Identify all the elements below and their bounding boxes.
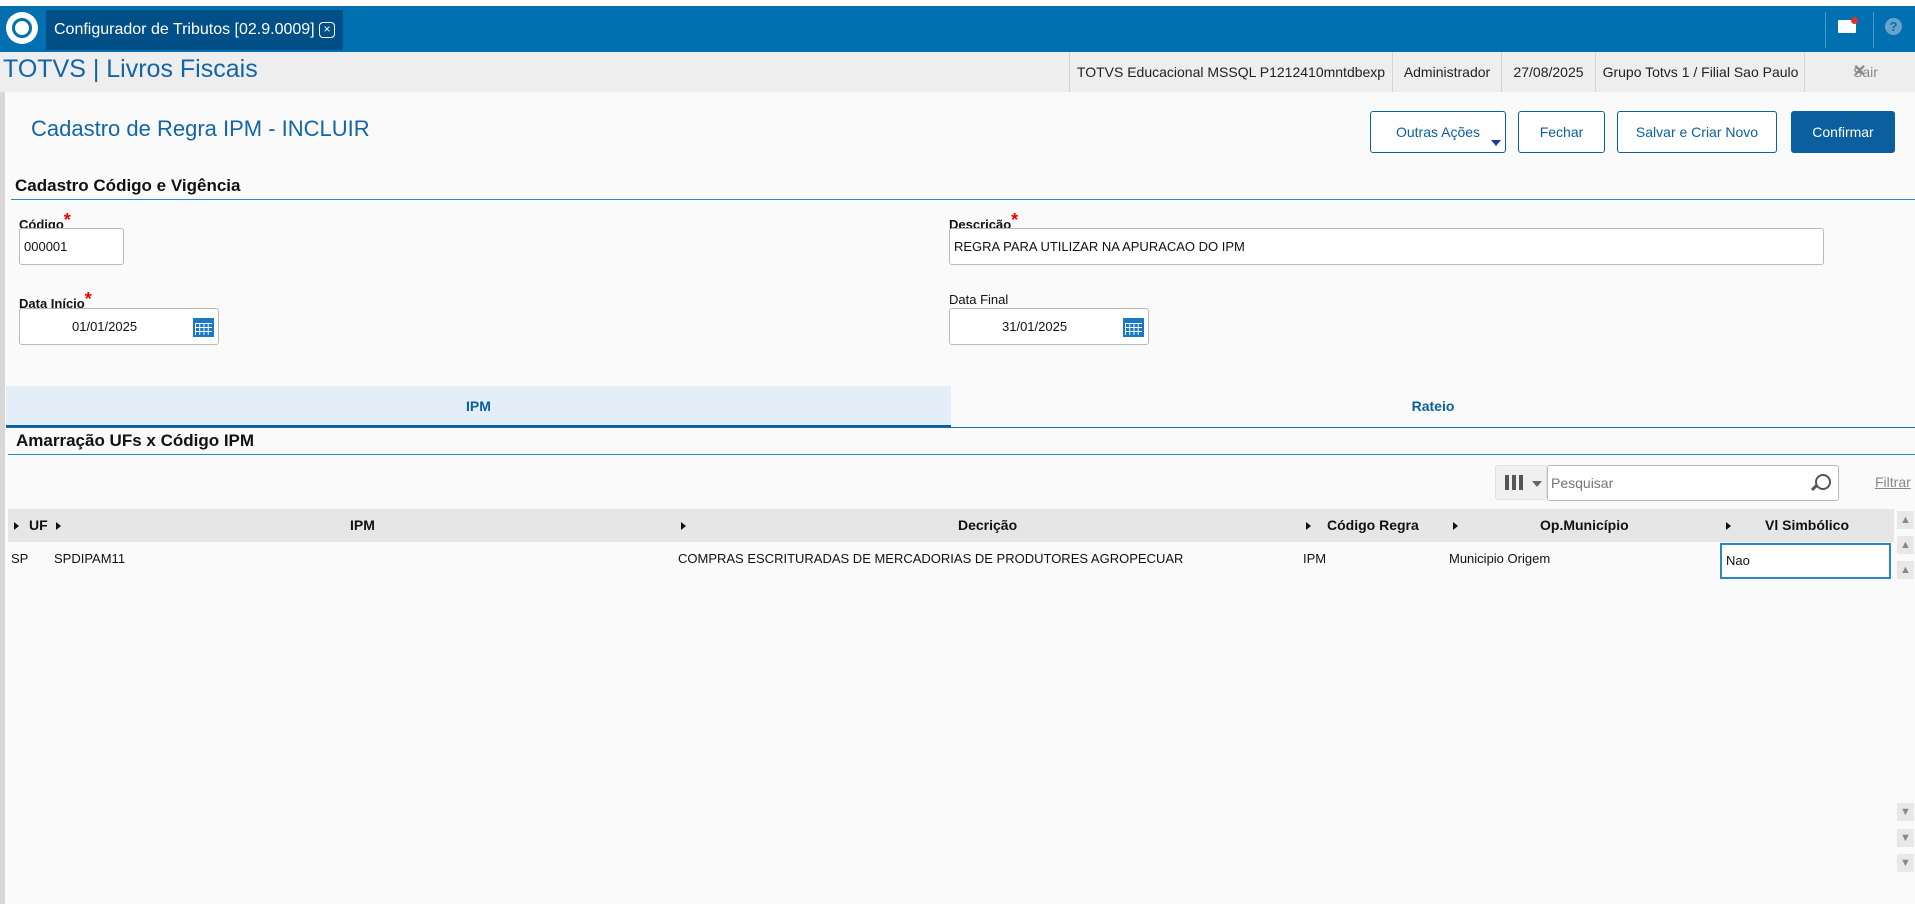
required-mark: * bbox=[63, 210, 71, 230]
section-title-codigo: Cadastro Código e Vigência bbox=[15, 176, 241, 195]
calendar-icon[interactable] bbox=[193, 318, 214, 337]
calendar-icon[interactable] bbox=[1123, 318, 1144, 337]
cell-codigo-regra: IPM bbox=[1303, 551, 1327, 566]
column-header-vl-simbolico[interactable]: Vl Simbólico bbox=[1765, 509, 1849, 542]
scroll-page-up-icon[interactable]: ▲ bbox=[1897, 536, 1914, 554]
save-and-new-button[interactable]: Salvar e Criar Novo bbox=[1617, 111, 1777, 153]
close-tab-icon[interactable]: × bbox=[319, 22, 335, 38]
brand-title: TOTVS | Livros Fiscais bbox=[3, 55, 258, 83]
descricao-field[interactable]: REGRA PARA UTILIZAR NA APURACAO DO IPM bbox=[949, 228, 1824, 265]
tab-configurador[interactable]: Configurador de Tributos [02.9.0009] × bbox=[46, 10, 343, 50]
sort-icon[interactable] bbox=[56, 522, 61, 530]
help-icon[interactable]: ? bbox=[1885, 18, 1902, 35]
scroll-top-icon[interactable]: ▲ bbox=[1897, 511, 1914, 529]
close-button[interactable]: Fechar bbox=[1518, 111, 1605, 153]
grid-header: UF IPM Decrição Código Regra Op.Municípi… bbox=[8, 509, 1894, 542]
codigo-field[interactable]: 000001 bbox=[19, 228, 124, 265]
tab-rateio[interactable]: Rateio bbox=[951, 386, 1915, 427]
divider bbox=[1873, 12, 1874, 48]
section-divider bbox=[8, 454, 1915, 455]
header-bar: TOTVS | Livros Fiscais TOTVS Educacional… bbox=[0, 52, 1915, 92]
column-selector-button[interactable] bbox=[1495, 465, 1547, 500]
environment-info: TOTVS Educacional MSSQL P1212410mntdbexp bbox=[1069, 52, 1392, 92]
tab-ipm[interactable]: IPM bbox=[6, 386, 951, 427]
chevron-down-icon bbox=[1491, 140, 1501, 146]
cell-uf: SP bbox=[11, 551, 29, 566]
mail-icon[interactable] bbox=[1838, 17, 1858, 33]
search-icon[interactable] bbox=[1815, 474, 1831, 490]
chevron-down-icon bbox=[1532, 481, 1542, 487]
scroll-bottom-icon[interactable]: ▼ bbox=[1897, 854, 1914, 872]
column-header-uf[interactable]: UF bbox=[29, 509, 48, 542]
sort-icon[interactable] bbox=[681, 522, 686, 530]
confirm-button[interactable]: Confirmar bbox=[1791, 111, 1895, 153]
search-input[interactable] bbox=[1547, 465, 1839, 501]
data-final-label: Data Final bbox=[949, 292, 1009, 307]
sort-icon[interactable] bbox=[1306, 522, 1311, 530]
data-final-value: 31/01/2025 bbox=[1002, 319, 1068, 334]
filter-link[interactable]: Filtrar bbox=[1875, 474, 1911, 490]
column-header-descricao[interactable]: Decrição bbox=[958, 509, 1017, 542]
date-info: 27/08/2025 bbox=[1501, 52, 1595, 92]
column-header-op-municipio[interactable]: Op.Município bbox=[1540, 509, 1629, 542]
tab-title: Configurador de Tributos [02.9.0009] bbox=[54, 21, 315, 38]
data-final-field[interactable]: 31/01/2025 bbox=[949, 308, 1149, 345]
required-mark: * bbox=[1011, 210, 1019, 230]
more-actions-label: Outras Ações bbox=[1395, 124, 1481, 140]
branch-info[interactable]: Grupo Totvs 1 / Filial Sao Paulo bbox=[1595, 52, 1805, 92]
sort-icon[interactable] bbox=[14, 522, 19, 530]
column-header-ipm[interactable]: IPM bbox=[350, 509, 375, 542]
scroll-up-icon[interactable]: ▲ bbox=[1897, 561, 1914, 579]
data-inicio-field[interactable]: 01/01/2025 bbox=[19, 308, 219, 345]
exit-icon: ✕ bbox=[1853, 63, 1867, 80]
cell-ipm: SPDIPAM11 bbox=[54, 551, 126, 566]
columns-icon bbox=[1505, 475, 1525, 490]
cell-vl-simbolico-editor[interactable]: Nao bbox=[1720, 543, 1891, 579]
top-bar: Configurador de Tributos [02.9.0009] × ? bbox=[0, 0, 1915, 52]
scroll-page-down-icon[interactable]: ▼ bbox=[1897, 829, 1914, 847]
cell-op-municipio: Municipio Origem bbox=[1449, 551, 1551, 566]
column-header-codigo-regra[interactable]: Código Regra bbox=[1327, 509, 1419, 542]
page-title: Cadastro de Regra IPM - INCLUIR bbox=[31, 116, 370, 141]
totvs-logo-icon[interactable] bbox=[6, 12, 38, 44]
data-inicio-value: 01/01/2025 bbox=[72, 319, 138, 334]
cell-descricao: COMPRAS ESCRITURADAS DE MERCADORIAS DE P… bbox=[678, 551, 1184, 566]
left-border bbox=[0, 92, 5, 904]
tab-bar: IPM Rateio bbox=[6, 386, 1915, 428]
section-title-grid: Amarração UFs x Código IPM bbox=[16, 431, 255, 450]
more-actions-button[interactable]: Outras Ações bbox=[1370, 111, 1506, 153]
required-mark: * bbox=[84, 289, 92, 309]
sort-icon[interactable] bbox=[1453, 522, 1458, 530]
divider bbox=[1825, 12, 1826, 48]
user-info: Administrador bbox=[1392, 52, 1501, 92]
sort-icon[interactable] bbox=[1726, 522, 1731, 530]
section-divider bbox=[11, 199, 1915, 200]
scroll-down-icon[interactable]: ▼ bbox=[1897, 803, 1914, 821]
